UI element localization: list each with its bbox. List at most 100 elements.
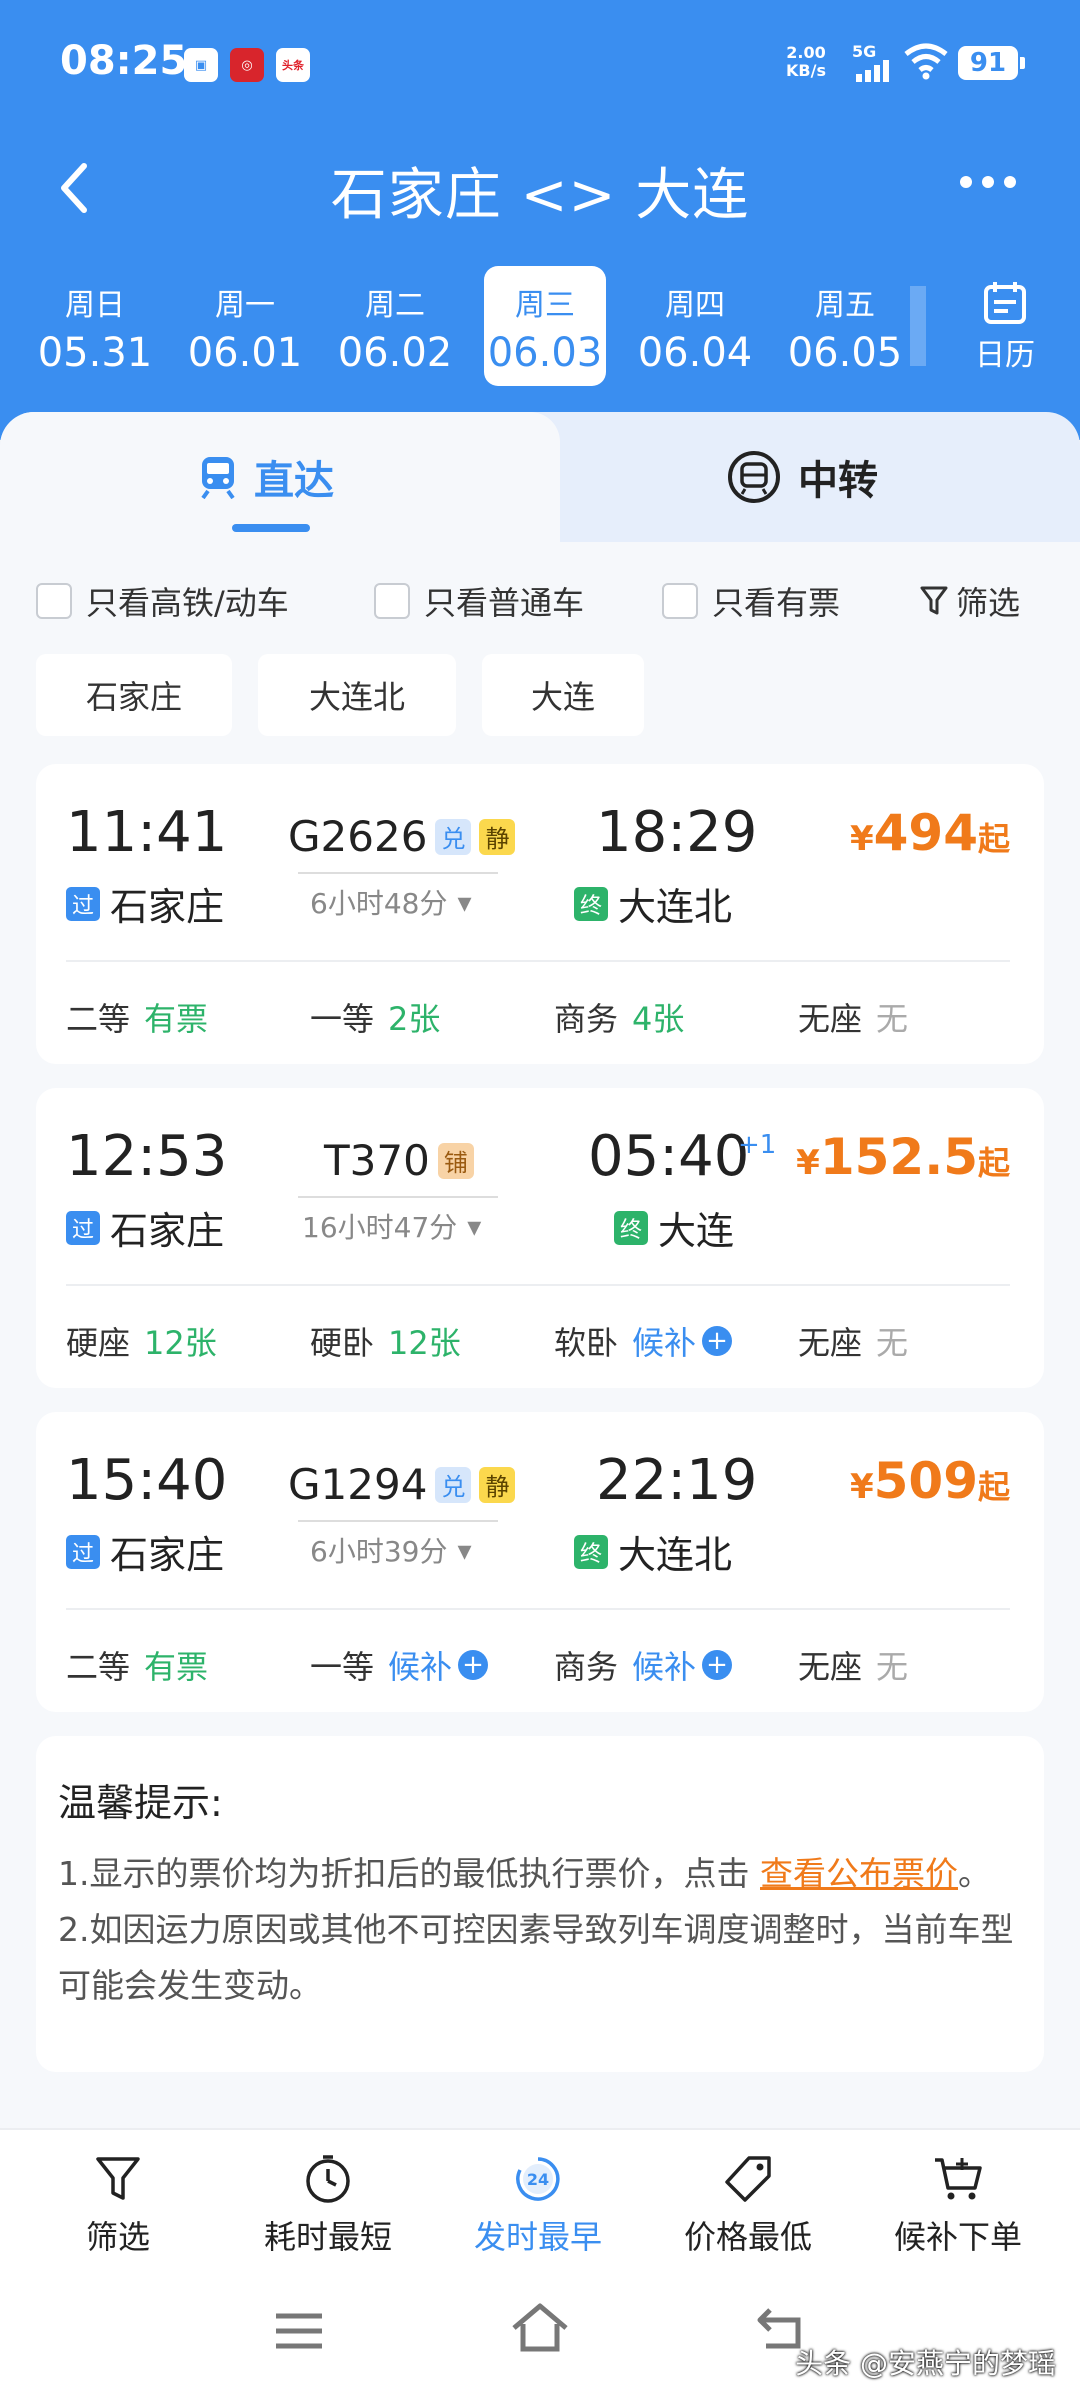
home-icon[interactable]: [510, 2302, 570, 2354]
quick-filters: 只看高铁/动车 只看普通车 只看有票 筛选: [0, 578, 1080, 628]
station-chip[interactable]: 大连北: [258, 654, 456, 736]
sort-earliest-button[interactable]: 24 发时最早: [438, 2154, 638, 2258]
more-icon[interactable]: [960, 176, 1016, 188]
date-item[interactable]: 周日 05.31: [20, 266, 170, 386]
duration-toggle[interactable]: 6小时39分 ▾: [310, 1530, 472, 1570]
arrival-time: 18:29: [596, 800, 758, 865]
next-day-indicator: +1: [738, 1130, 777, 1160]
quiet-badge: 静: [479, 1466, 516, 1503]
arrival-station: 终 大连: [614, 1200, 734, 1255]
signal-icon: [856, 60, 892, 82]
train-card[interactable]: 11:41 过 石家庄 G2626 兑 静 6小时48分 ▾ 18:29 终 大…: [36, 764, 1044, 1064]
sleeper-badge: 铺: [437, 1142, 474, 1179]
seat-standing: 无座 无: [798, 1324, 909, 1362]
bank-app-icon: ◎: [230, 48, 264, 82]
date-item[interactable]: 周四 06.04: [620, 266, 770, 386]
wifi-icon: [904, 43, 948, 80]
stopwatch-icon: [306, 2155, 350, 2203]
arrival-station: 终 大连北: [574, 1524, 732, 1579]
terminal-tag: 终: [574, 1534, 608, 1569]
battery-indicator: 91: [958, 46, 1025, 80]
calendar-icon: [984, 282, 1026, 324]
seat-second-class: 二等 有票: [66, 1648, 209, 1686]
caret-down-icon: ▾: [457, 1533, 472, 1567]
exchange-badge: 兑: [435, 818, 472, 855]
notice-title: 温馨提示:: [58, 1781, 223, 1825]
departure-station: 过 石家庄: [66, 876, 224, 931]
date-scroll-fade: [910, 286, 926, 366]
sort-filter-button[interactable]: 筛选: [18, 2154, 218, 2258]
normal-train-checkbox[interactable]: 只看普通车: [374, 578, 584, 624]
published-price-link[interactable]: 查看公布票价: [760, 1854, 958, 1893]
menu-icon[interactable]: [274, 2310, 324, 2352]
caret-down-icon: ▾: [457, 885, 472, 919]
add-waitlist-icon[interactable]: +: [458, 1650, 489, 1680]
duration-toggle[interactable]: 16小时47分 ▾: [302, 1206, 481, 1246]
tab-transfer[interactable]: 中转: [726, 448, 878, 506]
seat-first-class[interactable]: 一等 候补 +: [310, 1642, 489, 1688]
pass-tag: 过: [66, 1534, 100, 1569]
tab-direct[interactable]: 直达: [198, 448, 334, 506]
station-chips: 石家庄 大连北 大连: [0, 654, 1080, 738]
date-item[interactable]: 周二 06.02: [320, 266, 470, 386]
sort-bar: 筛选 耗时最短 24 发时最早 价格最低 候补下单: [0, 2128, 1080, 2278]
seat-soft-sleeper[interactable]: 软卧 候补 +: [554, 1318, 733, 1364]
high-speed-checkbox[interactable]: 只看高铁/动车: [36, 578, 289, 624]
departure-station: 过 石家庄: [66, 1200, 224, 1255]
terminal-tag: 终: [614, 1210, 648, 1245]
status-time: 08:25: [60, 38, 188, 84]
arrival-time: 22:19: [596, 1448, 758, 1513]
station-chip[interactable]: 大连: [482, 654, 644, 736]
svg-text:24: 24: [527, 2170, 549, 2189]
add-waitlist-icon[interactable]: +: [702, 1326, 733, 1356]
seat-second-class: 二等 有票: [66, 1000, 209, 1038]
add-waitlist-icon[interactable]: +: [702, 1650, 733, 1680]
pass-tag: 过: [66, 886, 100, 921]
seat-standing: 无座 无: [798, 1648, 909, 1686]
date-selector: 周日 05.31 周一 06.01 周二 06.02 周三 06.03 周四 0…: [0, 266, 1080, 390]
transfer-icon: [728, 451, 780, 503]
pass-tag: 过: [66, 1210, 100, 1245]
page-title: 石家庄 <> 大连: [330, 163, 750, 228]
caret-down-icon: ▾: [467, 1209, 482, 1243]
seat-business[interactable]: 商务 候补 +: [554, 1642, 733, 1688]
terminal-tag: 终: [574, 886, 608, 921]
departure-time: 11:41: [66, 800, 228, 865]
seat-hard-seat: 硬座 12张: [66, 1324, 217, 1362]
price: ¥ 152.5 起: [796, 1128, 1010, 1186]
duration-toggle[interactable]: 6小时48分 ▾: [310, 882, 472, 922]
notice-body: 1.显示的票价均为折扣后的最低执行票价，点击 查看公布票价。 2.如因运力原因或…: [58, 1854, 1014, 2005]
sort-shortest-button[interactable]: 耗时最短: [228, 2154, 428, 2258]
price: ¥ 509 起: [849, 1452, 1010, 1510]
train-card[interactable]: 15:40 过 石家庄 G1294 兑 静 6小时39分 ▾ 22:19 终 大…: [36, 1412, 1044, 1712]
filter-icon: [96, 2157, 140, 2200]
train-card[interactable]: 12:53 过 石家庄 T370 铺 16小时47分 ▾ 05:40 +1 终 …: [36, 1088, 1044, 1388]
train-number: G1294 兑 静: [288, 1460, 516, 1509]
seat-business: 商务 4张: [554, 1000, 685, 1038]
date-item[interactable]: 周一 06.01: [170, 266, 320, 386]
seat-first-class: 一等 2张: [310, 1000, 441, 1038]
header: 08:25 ▣ ◎ 头条 2.00 KB/s 5G 91 石家庄 <> 大连 周…: [0, 0, 1080, 440]
date-item-selected[interactable]: 周三 06.03: [484, 266, 606, 386]
calendar-button[interactable]: 日历: [930, 266, 1080, 386]
filter-icon: [920, 586, 948, 615]
arrival-station: 终 大连北: [574, 876, 732, 931]
tab-indicator: [232, 524, 310, 532]
toutiao-app-icon: 头条: [276, 48, 310, 82]
quiet-badge: 静: [479, 818, 516, 855]
network-speed: 2.00 KB/s: [786, 43, 826, 80]
date-item[interactable]: 周五 06.05: [770, 266, 920, 386]
train-icon: [201, 457, 235, 499]
arrival-time: 05:40: [588, 1124, 750, 1189]
message-app-icon: ▣: [184, 48, 218, 82]
departure-station: 过 石家庄: [66, 1524, 224, 1579]
tab-bar: 直达 中转: [0, 412, 1080, 542]
station-chip[interactable]: 石家庄: [36, 654, 232, 736]
filter-button[interactable]: 筛选: [920, 578, 1020, 624]
departure-time: 12:53: [66, 1124, 228, 1189]
seat-standing: 无座 无: [798, 1000, 909, 1038]
sort-cheapest-button[interactable]: 价格最低: [648, 2154, 848, 2258]
departure-time: 15:40: [66, 1448, 228, 1513]
available-only-checkbox[interactable]: 只看有票: [662, 578, 840, 624]
waitlist-order-button[interactable]: 候补下单: [858, 2154, 1058, 2258]
